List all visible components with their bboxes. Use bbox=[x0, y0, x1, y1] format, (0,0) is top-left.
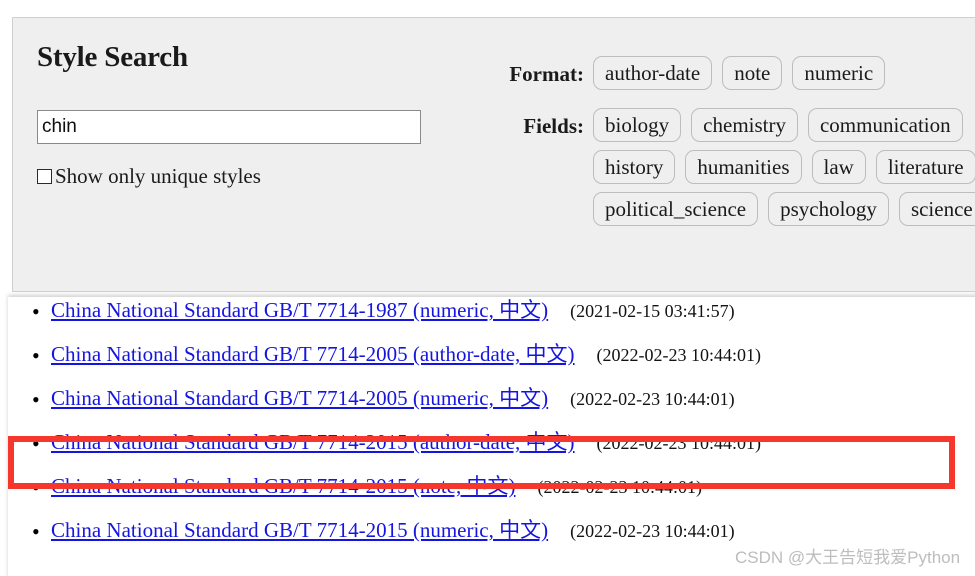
result-row[interactable]: China National Standard GB/T 7714-2005 (… bbox=[8, 385, 975, 429]
format-tag-list: author-date note numeric bbox=[593, 56, 895, 98]
result-title-link[interactable]: China National Standard GB/T 7714-2015 (… bbox=[51, 473, 515, 499]
result-title-link[interactable]: China National Standard GB/T 7714-2005 (… bbox=[51, 341, 575, 367]
result-timestamp: (2022-02-23 10:44:01) bbox=[596, 345, 761, 365]
fields-facet-row: Fields: biology chemistry communication … bbox=[483, 108, 975, 234]
field-tag-biology[interactable]: biology bbox=[593, 108, 682, 142]
field-tag-science[interactable]: science bbox=[898, 192, 975, 226]
field-tag-history[interactable]: history bbox=[593, 150, 676, 184]
result-row[interactable]: China National Standard GB/T 7714-1987 (… bbox=[8, 297, 975, 341]
result-title-link[interactable]: China National Standard GB/T 7714-1987 (… bbox=[51, 297, 548, 323]
format-facet-row: Format: author-date note numeric bbox=[483, 56, 975, 98]
result-timestamp: (2021-02-15 03:41:57) bbox=[570, 301, 735, 321]
result-row-highlighted[interactable]: China National Standard GB/T 7714-2015 (… bbox=[8, 429, 975, 473]
result-timestamp: (2022-02-23 10:44:01) bbox=[537, 477, 702, 497]
result-timestamp: (2022-02-23 10:44:01) bbox=[596, 433, 761, 453]
format-tag-author-date[interactable]: author-date bbox=[593, 56, 713, 90]
search-controls: Style Search Show only unique styles bbox=[37, 40, 457, 187]
result-row[interactable]: China National Standard GB/T 7714-2015 (… bbox=[8, 517, 975, 561]
search-input[interactable] bbox=[37, 110, 421, 144]
facet-filters: Format: author-date note numeric Fields:… bbox=[483, 56, 975, 244]
result-row[interactable]: China National Standard GB/T 7714-2005 (… bbox=[8, 341, 975, 385]
field-tag-communication[interactable]: communication bbox=[807, 108, 963, 142]
result-timestamp: (2022-02-23 10:44:01) bbox=[570, 389, 735, 409]
style-search-panel: Style Search Show only unique styles For… bbox=[12, 17, 975, 292]
result-title-link[interactable]: China National Standard GB/T 7714-2005 (… bbox=[51, 385, 548, 411]
result-timestamp: (2022-02-23 10:44:01) bbox=[570, 521, 735, 541]
page-root: Style Search Show only unique styles For… bbox=[0, 0, 975, 576]
checkbox-icon[interactable] bbox=[37, 169, 52, 184]
format-tag-numeric[interactable]: numeric bbox=[792, 56, 886, 90]
search-results-panel: China National Standard GB/T 7714-1987 (… bbox=[8, 297, 975, 576]
results-list: China National Standard GB/T 7714-1987 (… bbox=[8, 297, 975, 561]
field-tag-humanities[interactable]: humanities bbox=[685, 150, 802, 184]
field-tag-political-science[interactable]: political_science bbox=[593, 192, 759, 226]
fields-facet-label: Fields: bbox=[523, 114, 584, 138]
field-tag-literature[interactable]: literature bbox=[875, 150, 975, 184]
unique-styles-label: Show only unique styles bbox=[55, 164, 261, 188]
field-tag-psychology[interactable]: psychology bbox=[768, 192, 889, 226]
field-tag-chemistry[interactable]: chemistry bbox=[691, 108, 798, 142]
unique-styles-checkbox-row[interactable]: Show only unique styles bbox=[37, 166, 457, 187]
field-tag-law[interactable]: law bbox=[811, 150, 866, 184]
format-tag-note[interactable]: note bbox=[722, 56, 783, 90]
result-row[interactable]: China National Standard GB/T 7714-2015 (… bbox=[8, 473, 975, 517]
format-facet-label: Format: bbox=[509, 62, 584, 86]
fields-tag-list: biology chemistry communication history … bbox=[593, 108, 975, 234]
result-title-link[interactable]: China National Standard GB/T 7714-2015 (… bbox=[51, 429, 575, 455]
page-title: Style Search bbox=[37, 41, 188, 73]
result-title-link[interactable]: China National Standard GB/T 7714-2015 (… bbox=[51, 517, 548, 543]
